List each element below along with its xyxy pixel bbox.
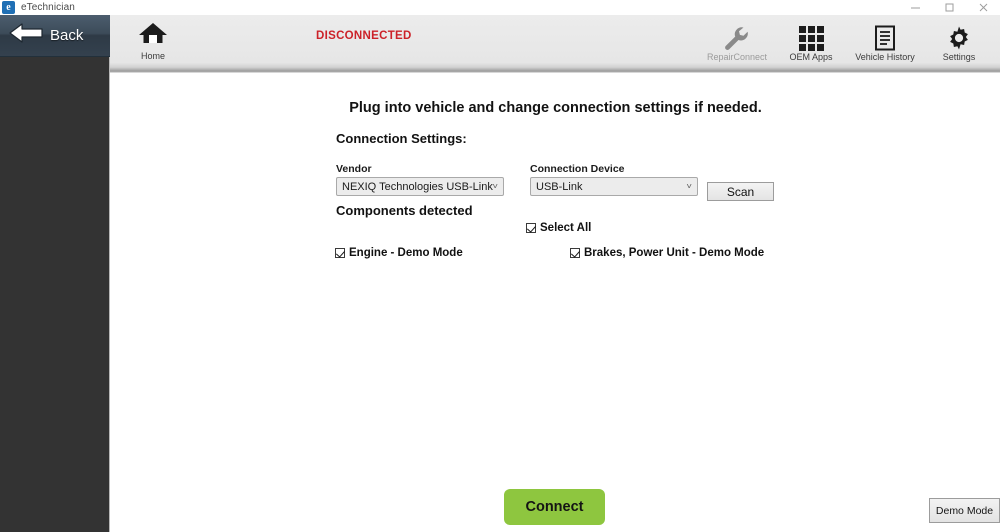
vendor-field: Vendor NEXIQ Technologies USB-Link ˅ [336,163,504,196]
vendor-select[interactable]: NEXIQ Technologies USB-Link ˅ [336,177,504,196]
home-label: Home [129,51,177,61]
connection-device-label: Connection Device [530,163,698,175]
connect-button[interactable]: Connect [504,489,605,525]
page-headline: Plug into vehicle and change connection … [111,100,1000,116]
component-checkbox-row[interactable]: Brakes, Power Unit - Demo Mode [570,247,764,259]
left-sidebar [0,15,110,532]
back-button[interactable]: Back [0,15,110,57]
toolbar-item-label: Vehicle History [855,52,915,62]
etechnician-logo-icon: e [2,1,15,14]
vendor-value: NEXIQ Technologies USB-Link [342,181,493,193]
maximize-icon[interactable] [932,0,966,15]
wrench-icon [723,25,751,51]
close-icon[interactable] [966,0,1000,15]
chevron-down-icon: ˅ [493,183,501,191]
toolbar-item-vehicle-history[interactable]: Vehicle History [848,20,922,62]
window-controls [898,0,1000,15]
back-button-label: Back [50,27,83,44]
toolbar-item-label: OEM Apps [789,52,832,62]
minimize-icon[interactable] [898,0,932,15]
grid-apps-icon [799,25,824,51]
chevron-down-icon: ˅ [687,183,695,191]
component-checkbox-row[interactable]: Engine - Demo Mode [335,247,463,259]
toolbar-item-label: RepairConnect [707,52,767,62]
connection-device-select[interactable]: USB-Link ˅ [530,177,698,196]
home-button[interactable]: Home [129,21,177,61]
toolbar-item-settings[interactable]: Settings [922,20,996,62]
top-toolbar: Home DISCONNECTED RepairConnect OEM Apps [110,15,1000,73]
window-titlebar: e eTechnician [0,0,1000,16]
checkbox-icon[interactable] [335,248,345,258]
scan-button[interactable]: Scan [707,182,774,201]
arrow-left-icon [8,21,44,50]
component-label: Engine - Demo Mode [349,247,463,259]
checkbox-icon[interactable] [570,248,580,258]
vendor-label: Vendor [336,163,504,175]
select-all-checkbox-row[interactable]: Select All [526,222,591,234]
main-content: Plug into vehicle and change connection … [111,73,1000,532]
status-badge: DISCONNECTED [316,30,412,42]
select-all-label: Select All [540,222,591,234]
toolbar-item-oem-apps[interactable]: OEM Apps [774,20,848,62]
toolbar-item-repairconnect[interactable]: RepairConnect [700,20,774,62]
connection-device-value: USB-Link [536,181,687,193]
connection-settings-heading: Connection Settings: [336,131,467,146]
connection-device-field: Connection Device USB-Link ˅ [530,163,698,196]
demo-mode-button[interactable]: Demo Mode [929,498,1000,523]
checkbox-icon[interactable] [526,223,536,233]
document-icon [874,25,896,51]
components-detected-heading: Components detected [336,203,473,218]
toolbar-items: RepairConnect OEM Apps Vehicle Histo [700,20,996,62]
home-icon [138,32,168,49]
toolbar-item-label: Settings [943,52,976,62]
component-label: Brakes, Power Unit - Demo Mode [584,247,764,259]
window-title: eTechnician [21,2,75,13]
gear-icon [946,25,972,51]
